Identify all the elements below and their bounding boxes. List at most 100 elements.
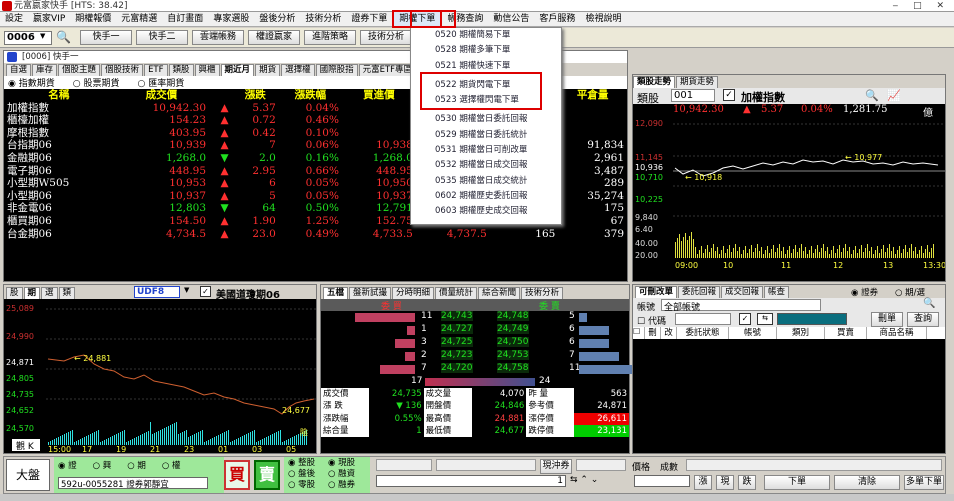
order-bar-button[interactable]: 現 <box>716 475 734 490</box>
check-icon[interactable]: ✓ <box>739 313 751 325</box>
check-icon[interactable]: ✓ <box>723 89 735 101</box>
radio-securities[interactable]: ◉ 證券 <box>851 286 878 298</box>
cond-input[interactable] <box>376 459 432 471</box>
tab[interactable]: 股 <box>6 287 23 299</box>
tab[interactable]: 期 <box>23 287 41 299</box>
qty-input[interactable]: 1 <box>376 475 566 487</box>
check-icon[interactable]: ✓ <box>200 286 211 297</box>
price-field[interactable] <box>634 475 690 487</box>
market-radio[interactable]: ○ 興 <box>93 459 112 471</box>
dropdown-item[interactable]: 0529 期權當日委託統計 <box>411 128 561 143</box>
market-radio[interactable]: ◉ 證 <box>58 459 77 471</box>
account-select[interactable]: 全部帳號 <box>661 299 821 313</box>
account-select[interactable]: 592u-0055281 證券郭靜宜 <box>58 477 208 490</box>
radio-option[interactable]: ○ 匯率期貨 <box>137 76 184 89</box>
search-icon[interactable]: 🔍 <box>923 298 935 309</box>
buy-button[interactable]: 買 <box>224 460 250 490</box>
order-bar-button[interactable]: 跌 <box>738 475 756 490</box>
tab[interactable]: 興櫃 <box>194 64 220 76</box>
tab[interactable]: 庫存 <box>32 64 58 76</box>
tab[interactable]: 類 <box>58 287 76 299</box>
tab[interactable]: 分時明細 <box>392 287 435 299</box>
search-icon[interactable]: 🔍 <box>865 89 879 102</box>
status-select[interactable] <box>777 313 847 325</box>
order-bar-button[interactable]: 清除 <box>834 475 900 490</box>
tab[interactable]: 技術分析 <box>521 287 564 299</box>
radio-option[interactable]: ○ 股票期貨 <box>73 76 120 89</box>
tab[interactable]: 選 <box>41 287 58 299</box>
dropdown-item[interactable]: 0520 期權簡易下單 <box>411 28 561 43</box>
tab[interactable]: 個股主題 <box>58 64 101 76</box>
market-radio[interactable]: ○ 期 <box>127 459 146 471</box>
sell-button[interactable]: 賣 <box>254 460 280 490</box>
radio-futures[interactable]: ○ 期/選 <box>895 286 925 298</box>
delete-button[interactable]: 刪單 <box>871 312 903 327</box>
query-button[interactable]: 查詢 <box>907 312 939 327</box>
credit-option[interactable]: ◉ 現股 <box>328 458 355 469</box>
toolbar-button[interactable]: 快手二 <box>136 30 188 45</box>
dropdown-item[interactable]: 0528 期權多筆下單 <box>411 43 561 58</box>
tab[interactable]: 期近月 <box>220 64 255 76</box>
lot-option[interactable]: ○ 零股 <box>288 480 315 491</box>
lot-option[interactable]: ○ 盤後 <box>288 469 315 480</box>
tab[interactable]: 五檔 <box>323 287 349 299</box>
dropdown-arrow-icon[interactable]: ▼ <box>40 32 45 40</box>
misc-input[interactable] <box>576 459 626 471</box>
tab[interactable]: 帳查 <box>764 286 790 298</box>
tab[interactable]: 成交回報 <box>721 286 764 298</box>
dropdown-item[interactable]: 0530 期權當日委託回報 <box>411 112 561 127</box>
order-bar-button[interactable]: 漲 <box>694 475 712 490</box>
code-checkbox[interactable]: ☐ 代碼 <box>637 314 666 327</box>
menu-item[interactable]: 客戶服務 <box>534 12 580 26</box>
tab[interactable]: 期貨走勢 <box>676 76 719 88</box>
tab[interactable]: 選擇權 <box>281 64 315 76</box>
stepper-icon[interactable]: ⇆ ⌃ ⌄ <box>570 475 598 485</box>
tab[interactable]: 盤新試撮 <box>349 287 392 299</box>
tab[interactable]: 類股走勢 <box>633 76 676 88</box>
search-icon[interactable]: 🔍 <box>56 30 72 46</box>
price-input[interactable] <box>686 459 942 471</box>
menu-item[interactable]: 動信公告 <box>488 12 534 26</box>
cash-toggle[interactable]: 現沖券 <box>540 459 572 474</box>
futures-code-input[interactable]: UDF8 <box>134 286 180 298</box>
dropdown-item[interactable]: 0531 期權當日可削改單 <box>411 143 561 158</box>
tab[interactable]: 類股 <box>168 64 194 76</box>
credit-option[interactable]: ○ 融資 <box>328 469 355 480</box>
toolbar-button[interactable]: 權證嬴家 <box>248 30 300 45</box>
refresh-icon[interactable]: ⇆ <box>757 313 773 325</box>
tab[interactable]: ETF <box>144 64 168 76</box>
tab[interactable]: 個股技術 <box>101 64 144 76</box>
menu-item[interactable]: 證券下單 <box>346 12 392 26</box>
menu-item[interactable]: 技術分析 <box>300 12 346 26</box>
tab[interactable]: 可刪改單 <box>635 286 678 298</box>
toolbar-button[interactable]: 技術分析 <box>360 30 412 45</box>
radio-option[interactable]: ◉ 指數期貨 <box>8 76 55 89</box>
credit-option[interactable]: ○ 融券 <box>328 480 355 491</box>
code-input[interactable] <box>675 313 731 325</box>
category-code[interactable]: 001 <box>671 89 715 102</box>
tab[interactable]: 元富ETF專區 <box>358 64 417 76</box>
menu-item[interactable]: 盤後分析 <box>254 12 300 26</box>
dropdown-item[interactable]: 0603 期權歷史成交回報 <box>411 204 561 219</box>
tab[interactable]: 自選 <box>6 64 32 76</box>
dropdown-item[interactable]: 0532 期權當日成交回報 <box>411 158 561 173</box>
lot-option[interactable]: ◉ 整股 <box>288 458 315 469</box>
stock-input[interactable] <box>436 459 536 471</box>
menu-item[interactable]: 檢視說明 <box>580 12 626 26</box>
menu-item[interactable]: 嬴家VIP <box>28 12 70 26</box>
window-controls-icon[interactable]: ‒ □ ✕ <box>893 0 951 12</box>
menu-item[interactable]: 自訂畫面 <box>162 12 208 26</box>
tab[interactable]: 價量統計 <box>435 287 478 299</box>
tab[interactable]: 委託回報 <box>678 286 721 298</box>
tab[interactable]: 國際股指 <box>315 64 358 76</box>
menu-item[interactable]: 專家選股 <box>208 12 254 26</box>
toolbar-button[interactable]: 雲端帳務 <box>192 30 244 45</box>
toolbar-button[interactable]: 快手一 <box>80 30 132 45</box>
market-radio[interactable]: ○ 權 <box>162 459 181 471</box>
menu-item[interactable]: 設定 <box>0 12 28 26</box>
menu-item[interactable]: 期權報價 <box>70 12 116 26</box>
menu-item[interactable]: 元富精選 <box>116 12 162 26</box>
dropdown-arrow-icon[interactable]: ▼ <box>184 286 189 294</box>
dropdown-item[interactable]: 0602 期權歷史委託回報 <box>411 189 561 204</box>
tab[interactable]: 綜合新聞 <box>478 287 521 299</box>
